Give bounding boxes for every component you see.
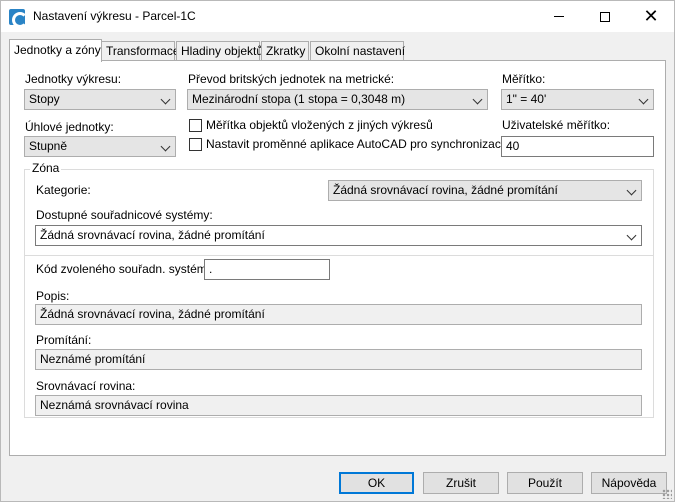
help-button[interactable]: Nápověda: [591, 472, 667, 494]
tab-transformation[interactable]: Transformace: [101, 41, 180, 61]
chevron-down-icon: [472, 94, 483, 105]
zone-group-title: Zóna: [30, 161, 62, 175]
drawing-units-value: Stopy: [29, 92, 60, 106]
scale-value: 1" = 40': [506, 92, 547, 106]
cancel-button[interactable]: Zrušit: [423, 472, 499, 494]
tab-abbreviations[interactable]: Zkratky: [261, 41, 309, 61]
drawing-units-select[interactable]: Stopy: [24, 89, 176, 110]
set-autocad-vars-label: Nastavit proměnné aplikace AutoCAD pro s…: [206, 137, 504, 151]
imperial-conversion-label: Převod britských jednotek na metrické:: [188, 72, 395, 86]
tab-ambient-settings[interactable]: Okolní nastavení: [310, 41, 405, 61]
set-autocad-vars-checkbox[interactable]: [189, 138, 202, 151]
close-button[interactable]: ✕: [628, 1, 674, 32]
window-title: Nastavení výkresu - Parcel-1C: [33, 9, 196, 23]
title-bar: Nastavení výkresu - Parcel-1C ✕: [1, 1, 674, 32]
scale-objects-label: Měřítka objektů vložených z jiných výkre…: [206, 118, 433, 132]
minimize-button[interactable]: [536, 1, 582, 32]
zone-separator: [25, 255, 653, 256]
scale-objects-checkbox[interactable]: [189, 119, 202, 132]
resize-grip[interactable]: [662, 489, 672, 499]
maximize-icon: [600, 11, 610, 22]
category-select[interactable]: Žádná srovnávací rovina, žádné promítání: [328, 180, 642, 201]
available-cs-label: Dostupné souřadnicové systémy:: [36, 208, 213, 222]
tab-panel: Jednotky výkresu: Stopy Převod britských…: [9, 60, 666, 456]
datum-field: Neznámá srovnávací rovina: [35, 395, 642, 416]
chevron-down-icon: [160, 94, 171, 105]
angular-units-value: Stupně: [29, 139, 68, 153]
scale-label: Měřítko:: [502, 72, 546, 86]
category-label: Kategorie:: [36, 183, 91, 197]
chevron-down-icon: [626, 230, 637, 241]
custom-scale-input[interactable]: 40: [501, 136, 654, 157]
close-icon: ✕: [643, 6, 659, 26]
chevron-down-icon: [160, 141, 171, 152]
chevron-down-icon: [626, 185, 637, 196]
cs-code-input[interactable]: .: [204, 259, 330, 280]
cs-code-label: Kód zvoleného souřadn. systému:: [36, 262, 217, 276]
angular-units-select[interactable]: Stupně: [24, 136, 176, 157]
settings-dialog: Nastavení výkresu - Parcel-1C ✕ Jednotky…: [0, 0, 675, 502]
projection-label: Promítání:: [36, 333, 92, 347]
description-field: Žádná srovnávací rovina, žádné promítání: [35, 304, 642, 325]
description-label: Popis:: [36, 289, 70, 303]
drawing-units-label: Jednotky výkresu:: [25, 72, 122, 86]
projection-field: Neznámé promítání: [35, 349, 642, 370]
angular-units-label: Úhlové jednotky:: [25, 120, 114, 134]
tab-units-zones[interactable]: Jednotky a zóny: [9, 39, 102, 62]
tab-object-layers[interactable]: Hladiny objektů: [176, 41, 263, 61]
apply-button[interactable]: Použít: [507, 472, 583, 494]
ok-button[interactable]: OK: [339, 472, 414, 494]
civil3d-app-icon: [9, 9, 28, 28]
custom-scale-label: Uživatelské měřítko:: [502, 118, 611, 132]
category-value: Žádná srovnávací rovina, žádné promítání: [333, 183, 558, 197]
chevron-down-icon: [638, 94, 649, 105]
available-cs-select[interactable]: Žádná srovnávací rovina, žádné promítání: [35, 225, 642, 246]
minimize-icon: [554, 16, 564, 18]
available-cs-value: Žádná srovnávací rovina, žádné promítání: [40, 228, 265, 242]
imperial-conversion-select[interactable]: Mezinárodní stopa (1 stopa = 0,3048 m): [187, 89, 488, 110]
imperial-conversion-value: Mezinárodní stopa (1 stopa = 0,3048 m): [192, 92, 406, 106]
maximize-button[interactable]: [582, 1, 628, 32]
datum-label: Srovnávací rovina:: [36, 379, 136, 393]
scale-select[interactable]: 1" = 40': [501, 89, 654, 110]
